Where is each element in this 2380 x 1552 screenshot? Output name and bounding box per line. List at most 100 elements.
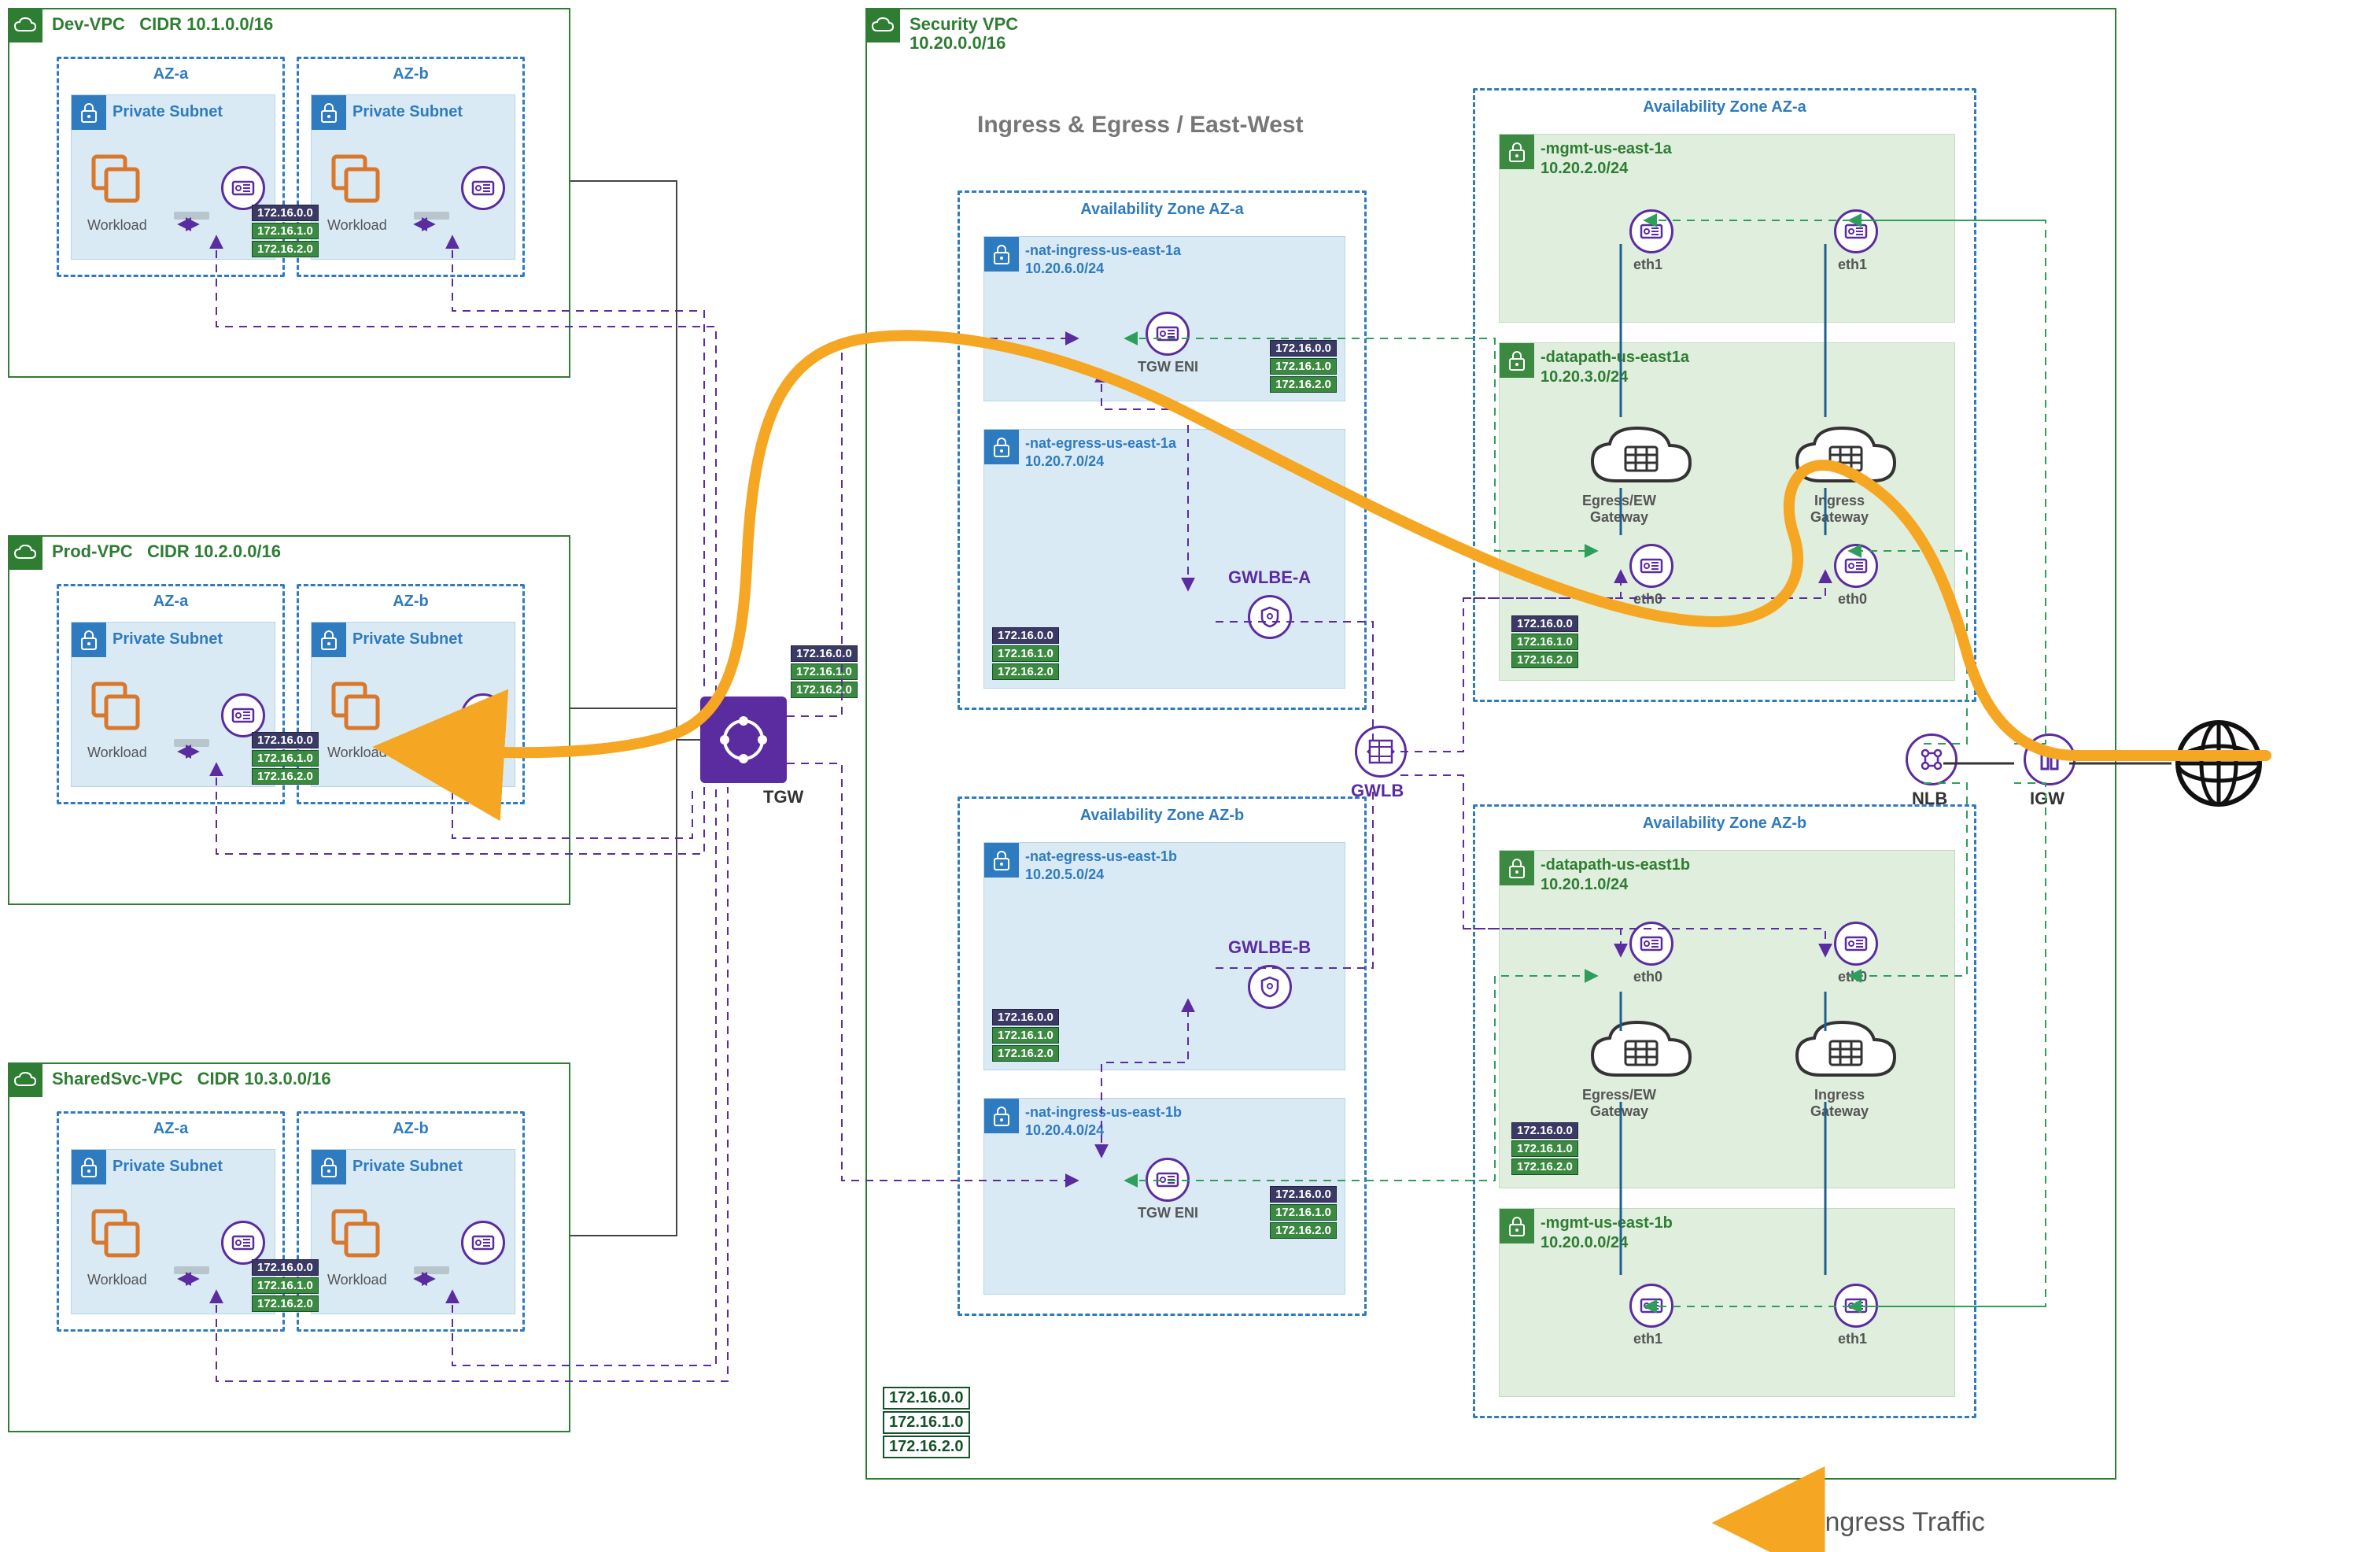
route-tag: 172.16.2.0 xyxy=(1270,376,1337,393)
connector-pad xyxy=(174,212,209,220)
cloud-icon xyxy=(865,8,900,42)
igw-label: IGW xyxy=(2030,789,2065,809)
route-tag: 172.16.2.0 xyxy=(1511,1158,1578,1175)
igw-icon xyxy=(2024,734,2076,785)
eni-icon xyxy=(1629,209,1673,253)
secvpc-left-az-b: Availability Zone AZ-b -nat-egress-us-ea… xyxy=(958,796,1367,1316)
lock-icon xyxy=(72,623,106,657)
az-b-label: AZ-b xyxy=(299,65,522,83)
tgw-label: TGW xyxy=(763,787,803,807)
route-tags-shared-a: 172.16.0.0 172.16.1.0 172.16.2.0 xyxy=(252,1259,319,1312)
route-tag: 172.16.2.0 xyxy=(791,682,858,698)
prod-az-b: AZ-b Private Subnet Workload xyxy=(297,584,525,804)
route-tag: 172.16.0.0 xyxy=(252,205,319,221)
mgmt-a-name: -mgmt-us-east-1a10.20.2.0/24 xyxy=(1541,139,1672,179)
eni-icon xyxy=(221,166,265,210)
prod-vpc: Prod-VPC CIDR 10.2.0.0/16 AZ-a Private S… xyxy=(8,535,570,905)
nat-ingress-a-subnet: -nat-ingress-us-east-1a10.20.6.0/24 TGW … xyxy=(983,236,1345,401)
nlb-label: NLB xyxy=(1912,789,1947,809)
eth1-label: eth1 xyxy=(1633,257,1662,273)
route-tag: 172.16.2.0 xyxy=(1511,652,1578,668)
route-tag: 172.16.0.0 xyxy=(252,732,319,748)
dev-vpc: Dev-VPC CIDR 10.1.0.0/16 AZ-a Private Su… xyxy=(8,8,570,378)
route-tag: 172.16.2.0 xyxy=(252,1295,319,1312)
lock-icon xyxy=(312,95,346,130)
eth1-label: eth1 xyxy=(1633,1331,1662,1347)
secvpc-left-az-a: Availability Zone AZ-a -nat-ingress-us-e… xyxy=(958,190,1367,710)
route-tags: 172.16.0.0 172.16.1.0 172.16.2.0 xyxy=(992,627,1059,680)
cloud-icon xyxy=(8,1062,42,1097)
az-a-label: AZ-a xyxy=(59,65,282,83)
eni-icon xyxy=(1629,1284,1673,1328)
nat-ingress-b-subnet: -nat-ingress-us-east-1b10.20.4.0/24 TGW … xyxy=(983,1098,1345,1295)
gwlb-label: GWLB xyxy=(1351,781,1404,801)
route-tag: 172.16.2.0 xyxy=(252,241,319,257)
route-tag: 172.16.2.0 xyxy=(992,1045,1059,1062)
legend-label: Ingress Traffic xyxy=(1817,1507,1985,1538)
route-tag: 172.16.0.0 xyxy=(1511,615,1578,632)
mgmt-b-subnet: -mgmt-us-east-1b10.20.0.0/24 eth1 eth1 xyxy=(1499,1208,1955,1397)
avail-zone-a: Availability Zone AZ-a xyxy=(1475,98,1974,116)
tgw-icon xyxy=(700,697,787,783)
route-tags: 172.16.0.0 172.16.1.0 172.16.2.0 xyxy=(1511,615,1578,668)
connector-pad xyxy=(414,1266,449,1274)
dev-aza-subnet: Private Subnet Workload xyxy=(71,94,275,260)
route-tags-prod-a: 172.16.0.0 172.16.1.0 172.16.2.0 xyxy=(252,732,319,785)
nat-egress-b-subnet: -nat-egress-us-east-1b10.20.5.0/24 GWLBE… xyxy=(983,842,1345,1070)
route-tag: 172.16.1.0 xyxy=(992,645,1059,662)
route-tag: 172.16.2.0 xyxy=(992,663,1059,680)
subnet-label: Private Subnet xyxy=(352,1158,463,1176)
datapath-b-subnet: -datapath-us-east1b10.20.1.0/24 eth0 eth… xyxy=(1499,850,1955,1188)
route-tag: 172.16.2.0 xyxy=(1270,1222,1337,1239)
subnet-label: Private Subnet xyxy=(352,103,463,121)
workload-icon: Workload xyxy=(87,150,150,234)
route-tag: 172.16.0.0 xyxy=(883,1387,970,1410)
dev-vpc-name: Dev-VPC xyxy=(52,14,125,34)
dev-azb-subnet: Private Subnet Workload xyxy=(311,94,515,260)
workload-label: Workload xyxy=(327,745,390,761)
gwlb-icon xyxy=(1355,726,1407,778)
route-tag: 172.16.1.0 xyxy=(1270,1204,1337,1221)
eni-icon xyxy=(461,1221,505,1265)
eth0-label: eth0 xyxy=(1838,969,1867,985)
route-tag: 172.16.0.0 xyxy=(1511,1122,1578,1139)
az-a-label: AZ-a xyxy=(59,1120,282,1138)
egress-fw-icon xyxy=(1586,422,1696,497)
route-tag: 172.16.1.0 xyxy=(252,1277,319,1294)
lock-icon xyxy=(984,843,1019,878)
security-vpc-name: Security VPC xyxy=(910,14,1018,35)
nat-egress-a-subnet: -nat-egress-us-east-1a10.20.7.0/24 GWLBE… xyxy=(983,429,1345,689)
secvpc-right-az-b: Availability Zone AZ-b -datapath-us-east… xyxy=(1473,804,1976,1418)
diagram-canvas: Dev-VPC CIDR 10.1.0.0/16 AZ-a Private Su… xyxy=(0,0,2380,1552)
subnet-label: Private Subnet xyxy=(352,630,463,649)
az-b-label: AZ-b xyxy=(299,1120,522,1138)
route-tags: 172.16.0.0 172.16.1.0 172.16.2.0 xyxy=(992,1009,1059,1062)
eth0-label: eth0 xyxy=(1633,969,1662,985)
avail-zone-b: Availability Zone AZ-b xyxy=(1475,815,1974,833)
workload-label: Workload xyxy=(327,1272,390,1288)
endpoint-icon xyxy=(1248,595,1292,639)
workload-icon: Workload xyxy=(327,150,390,234)
mgmt-b-name: -mgmt-us-east-1b10.20.0.0/24 xyxy=(1541,1214,1673,1253)
connector-pad xyxy=(174,739,209,747)
workload-label: Workload xyxy=(87,1272,150,1288)
route-tag: 172.16.1.0 xyxy=(252,750,319,767)
shared-aza-subnet: Private Subnet Workload xyxy=(71,1149,275,1314)
ingress-gw-label: Ingress Gateway xyxy=(1810,1087,1869,1120)
az-a-label: AZ-a xyxy=(59,593,282,611)
eni-icon xyxy=(221,1221,265,1265)
route-tags: 172.16.0.0 172.16.1.0 172.16.2.0 xyxy=(1270,340,1337,393)
mgmt-a-subnet: -mgmt-us-east-1a10.20.2.0/24 eth1 eth1 xyxy=(1499,134,1955,323)
eth0-label: eth0 xyxy=(1838,591,1867,608)
nat-ingress-a-name: -nat-ingress-us-east-1a10.20.6.0/24 xyxy=(1025,242,1181,279)
lock-icon xyxy=(312,1150,346,1184)
lock-icon xyxy=(984,237,1019,272)
subnet-label: Private Subnet xyxy=(113,103,223,121)
subnet-label: Private Subnet xyxy=(113,630,223,649)
workload-icon: Workload xyxy=(87,678,150,761)
workload-label: Workload xyxy=(87,217,150,234)
tgw-eni-label: TGW ENI xyxy=(1138,1205,1198,1221)
cloud-icon xyxy=(8,8,42,42)
route-tag: 172.16.0.0 xyxy=(1270,1186,1337,1203)
prod-aza-subnet: Private Subnet Workload xyxy=(71,622,275,787)
